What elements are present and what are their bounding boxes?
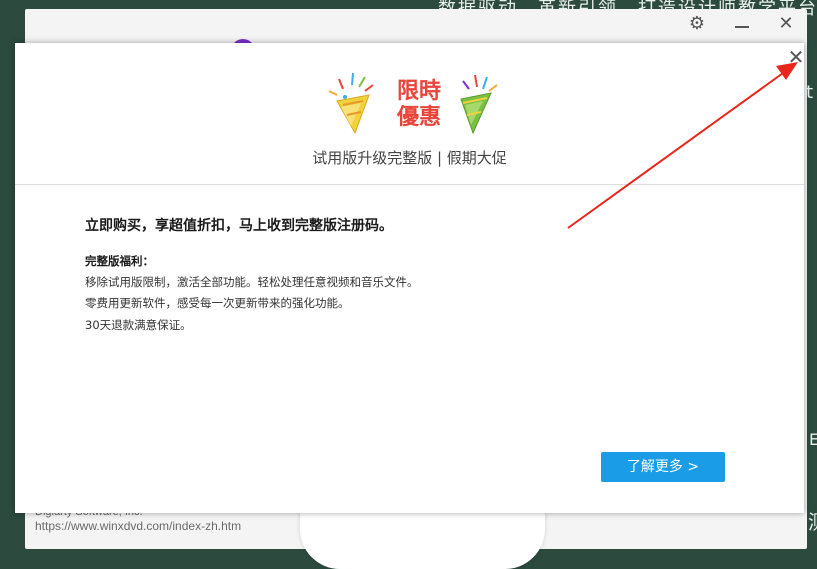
desktop-background-char: t: [806, 82, 814, 103]
desktop-background-char: E: [809, 430, 817, 449]
promo-title: 限時 優惠: [389, 79, 449, 131]
footer-url-link[interactable]: https://www.winxdvd.com/index-zh.htm: [35, 519, 241, 533]
minimize-icon[interactable]: [731, 13, 753, 35]
learn-more-button[interactable]: 了解更多 >: [601, 452, 725, 482]
divider: [15, 184, 804, 185]
benefits-title: 完整版福利：: [85, 254, 154, 268]
promo-title-line: 限時: [396, 79, 441, 104]
promo-title-line: 優惠: [396, 105, 441, 130]
promo-subtitle: 试用版升级完整版 | 假期大促: [312, 149, 507, 167]
promo-badge: 限時 優惠: [325, 71, 500, 137]
benefit-item: 移除试用版限制，激活全部功能。轻松处理任意视频和音乐文件。: [85, 275, 419, 289]
close-icon[interactable]: ✕: [775, 13, 797, 35]
app-bottom-panel: [300, 509, 545, 569]
party-popper-icon: [460, 74, 498, 135]
benefit-item: 30天退款满意保证。: [85, 318, 192, 332]
benefit-item: 零费用更新软件，感受每一次更新带来的强化功能。: [85, 296, 350, 310]
promo-headline: 立即购买，享超值折扣，马上收到完整版注册码。: [85, 218, 393, 234]
desktop-background-char: 测: [808, 506, 817, 535]
promo-dialog: ✕ 限時 優惠 试用版升级完整版 | 假期大促 立即购买，享超值折扣，马上收到完…: [15, 43, 804, 513]
gear-icon[interactable]: ⚙: [684, 13, 710, 35]
close-icon[interactable]: ✕: [785, 46, 807, 68]
party-popper-icon: [328, 72, 374, 135]
